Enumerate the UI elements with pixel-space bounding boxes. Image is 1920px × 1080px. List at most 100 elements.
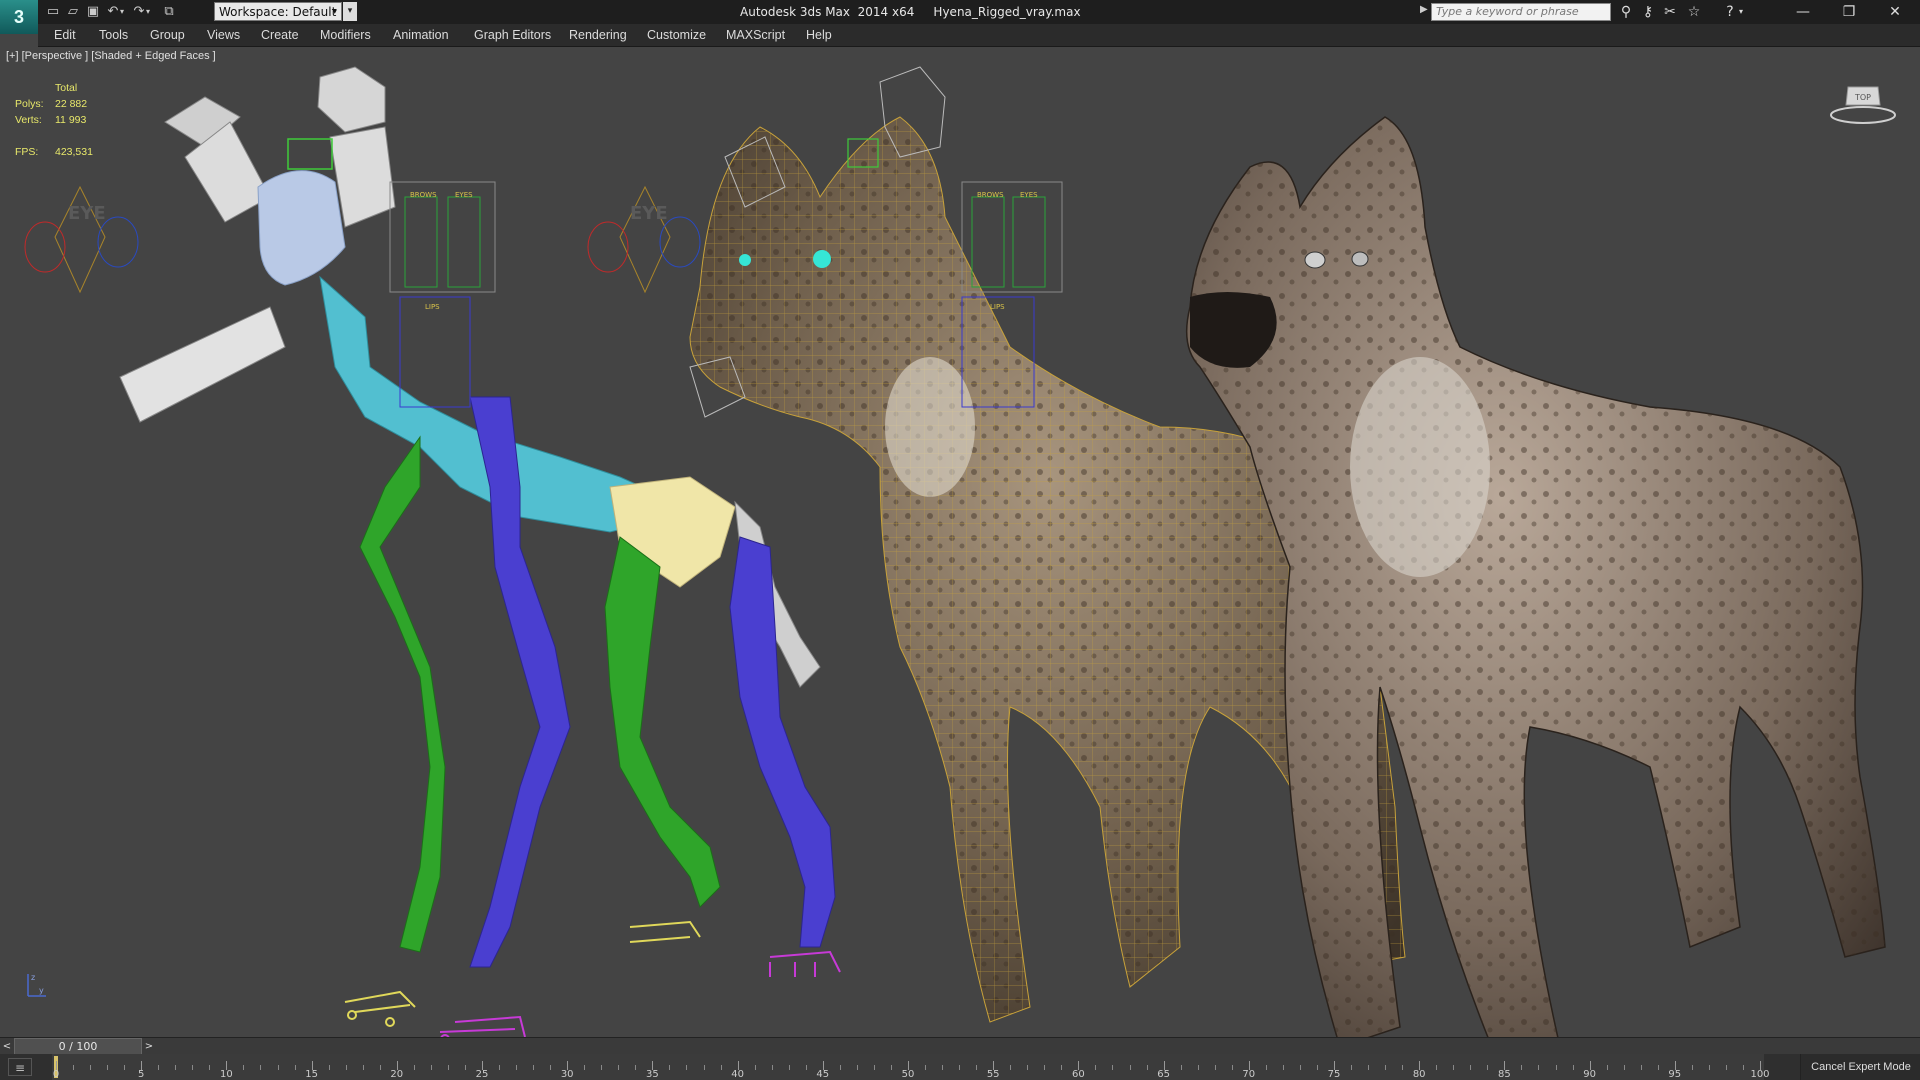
trackbar-tick	[771, 1065, 773, 1070]
trackbar-tick	[1231, 1065, 1233, 1070]
time-slider-thumb[interactable]: 0 / 100	[14, 1038, 142, 1055]
trackbar-tick	[1487, 1065, 1489, 1070]
trackbar-tick-label: 30	[560, 1069, 574, 1080]
trackbar-tick	[1010, 1065, 1012, 1070]
trackbar-tick-label: 75	[1327, 1069, 1341, 1080]
help-dropdown-icon[interactable]: ▾	[1736, 3, 1746, 21]
trackbar-tick	[277, 1065, 279, 1070]
facial-control-panel-left[interactable]: BROWS EYES LIPS	[389, 181, 496, 408]
trackbar-tick	[1299, 1065, 1301, 1070]
muzzle-helper-box	[119, 306, 286, 423]
trackbar-tick	[1027, 1065, 1029, 1070]
trackbar-tick	[550, 1065, 552, 1070]
menu-maxscript[interactable]: MAXScript	[726, 24, 785, 46]
top-helper-box	[317, 66, 386, 133]
trackbar-tick	[976, 1065, 978, 1070]
trackbar-tick	[669, 1065, 671, 1070]
minimize-icon[interactable]: —	[1780, 0, 1826, 24]
menu-help[interactable]: Help	[806, 24, 832, 46]
mini-curve-editor-icon[interactable]: ≡	[8, 1058, 32, 1076]
trackbar-tick	[890, 1065, 892, 1070]
trackbar-tick	[1265, 1065, 1267, 1070]
perspective-viewport[interactable]: [+] [Perspective ] [Shaded + Edged Faces…	[0, 47, 1920, 1037]
trackbar-tick-label: 15	[305, 1069, 318, 1080]
trackbar-tick	[754, 1065, 756, 1070]
trackbar-tick-label: 65	[1157, 1069, 1170, 1080]
eye-control-right[interactable]: EYE	[587, 185, 701, 294]
trackbar-tick	[1044, 1065, 1046, 1070]
app-logo-letter: 3	[13, 6, 24, 27]
app-menu-button[interactable]: 3	[0, 0, 38, 34]
trackbar-tick-label: 85	[1498, 1069, 1511, 1080]
trackbar-tick	[1146, 1065, 1148, 1070]
menu-graph-editors[interactable]: Graph Editors	[474, 24, 551, 46]
menu-create[interactable]: Create	[261, 24, 299, 46]
menu-views[interactable]: Views	[207, 24, 240, 46]
rendered-hyena-eye-right	[1351, 251, 1369, 267]
search-input[interactable]: Type a keyword or phrase	[1431, 3, 1611, 21]
binoculars-icon[interactable]: ⚲	[1616, 3, 1636, 21]
trackbar-tick	[413, 1065, 415, 1070]
menu-customize[interactable]: Customize	[647, 24, 706, 46]
trackbar-tick	[209, 1065, 211, 1070]
cancel-expert-mode-button[interactable]: Cancel Expert Mode	[1800, 1054, 1920, 1080]
redo-dropdown-icon[interactable]: ▾	[144, 3, 152, 21]
trackbar-tick-label: 40	[731, 1069, 744, 1080]
viewcube[interactable]: TOP	[1828, 77, 1898, 127]
window-title: Autodesk 3ds Max 2014 x64 Hyena_Rigged_v…	[740, 5, 1081, 19]
trackbar-tick	[328, 1065, 330, 1070]
trackbar-tick	[1623, 1065, 1625, 1070]
workspace-dropdown[interactable]: Workspace: Default ▾	[214, 2, 342, 21]
menu-animation[interactable]: Animation	[393, 24, 449, 46]
favorites-star-icon[interactable]: ☆	[1684, 3, 1704, 21]
hyena-rendered-model[interactable]	[1185, 116, 1886, 1037]
eyes-label: EYES	[455, 191, 473, 199]
time-slider[interactable]: < 0 / 100 >	[0, 1037, 1920, 1055]
brows-label-right: BROWS	[977, 191, 1004, 199]
rendered-hyena-chest	[1350, 357, 1490, 577]
menu-edit[interactable]: Edit	[54, 24, 76, 46]
restore-icon[interactable]: ❐	[1826, 0, 1872, 24]
trackbar-tick	[839, 1065, 841, 1070]
menu-modifiers[interactable]: Modifiers	[320, 24, 371, 46]
menu-rendering[interactable]: Rendering	[569, 24, 627, 46]
trackbar-tick	[124, 1065, 126, 1070]
trackbar[interactable]: 0 5 10 15 20 25 30 35 40 45 50 55 60 65 70 75 80 85 90 95 10…	[52, 1054, 1770, 1080]
trackbar-tick-label: 70	[1242, 1069, 1256, 1080]
eye-label-left: EYE	[68, 203, 106, 224]
ear-helper-green	[287, 138, 333, 170]
trackbar-tick-label: 25	[475, 1069, 489, 1080]
hind-right-leg-blue	[729, 536, 836, 948]
new-file-icon[interactable]: ▭	[44, 3, 62, 21]
time-next-icon[interactable]: >	[142, 1038, 156, 1055]
key-icon[interactable]: ⚷	[1638, 3, 1658, 21]
quick-access-customize-icon[interactable]: ▾	[343, 2, 357, 21]
close-icon[interactable]: ✕	[1872, 0, 1918, 24]
menu-tools[interactable]: Tools	[99, 24, 128, 46]
undo-dropdown-icon[interactable]: ▾	[118, 3, 126, 21]
trackbar-tick	[1691, 1065, 1693, 1070]
trackbar-tick	[294, 1065, 296, 1070]
trackbar-tick	[499, 1065, 501, 1070]
axis-y-label: y	[39, 986, 44, 995]
trackbar-tick-label: 35	[646, 1069, 659, 1080]
wire-hyena-eye-right	[813, 250, 831, 268]
hind-left-paw	[629, 920, 701, 943]
scene-canvas[interactable]: BROWS EYES LIPS EYE BROWS EYES LIPS EYE	[0, 47, 1920, 1037]
trackbar-tick	[158, 1065, 160, 1070]
trackbar-tick	[379, 1065, 381, 1070]
trackbar-tick	[1640, 1065, 1642, 1070]
search-expand-icon[interactable]: ▶	[1420, 4, 1428, 15]
trackbar-tick	[788, 1065, 790, 1070]
infocenter-icon[interactable]: ✂	[1660, 3, 1680, 21]
trackbar-tick	[703, 1065, 705, 1070]
time-prev-icon[interactable]: <	[0, 1038, 14, 1055]
trackbar-tick	[1351, 1065, 1353, 1070]
menu-group[interactable]: Group	[150, 24, 185, 46]
trackbar-tick	[942, 1065, 944, 1070]
open-folder-icon[interactable]: ▱	[64, 3, 82, 21]
trackbar-tick	[516, 1065, 518, 1070]
save-icon[interactable]: ▣	[84, 3, 102, 21]
eye-control-left[interactable]: EYE	[24, 185, 139, 294]
project-icon[interactable]: ⧉	[160, 3, 178, 21]
